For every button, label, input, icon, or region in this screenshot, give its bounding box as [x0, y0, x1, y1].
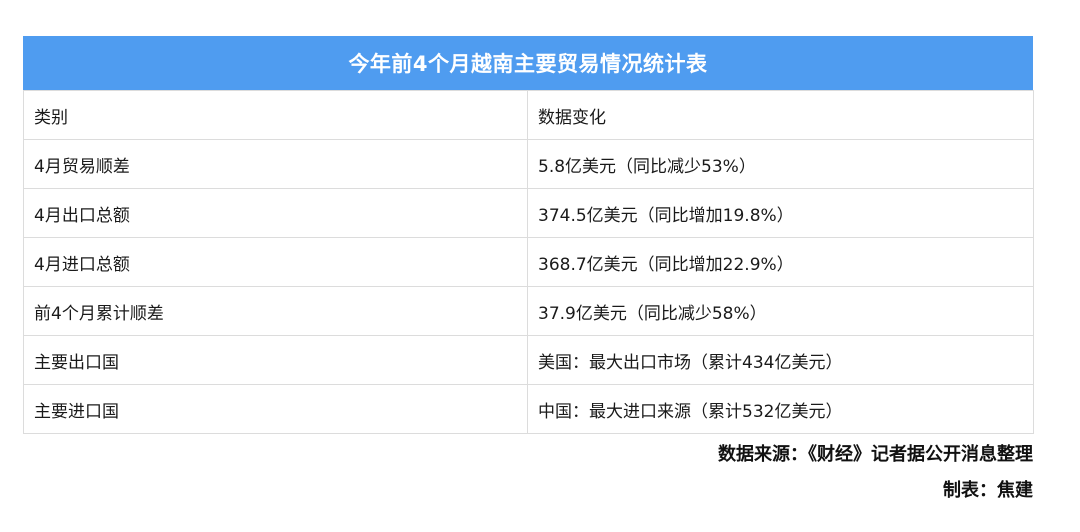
data-table: 类别 数据变化 4月贸易顺差 5.8亿美元（同比减少53%） 4月出口总额 37…	[23, 90, 1034, 434]
table-row: 主要出口国 美国：最大出口市场（累计434亿美元）	[23, 335, 1034, 385]
table-header-row: 类别 数据变化	[23, 90, 1034, 140]
table-title: 今年前4个月越南主要贸易情况统计表	[23, 36, 1033, 90]
table-row: 4月贸易顺差 5.8亿美元（同比减少53%）	[23, 139, 1034, 189]
row-category: 4月出口总额	[23, 188, 528, 238]
row-category: 4月进口总额	[23, 237, 528, 287]
table-row: 4月出口总额 374.5亿美元（同比增加19.8%）	[23, 188, 1034, 238]
header-category: 类别	[23, 90, 528, 140]
row-category: 前4个月累计顺差	[23, 286, 528, 336]
row-category: 4月贸易顺差	[23, 139, 528, 189]
row-value: 374.5亿美元（同比增加19.8%）	[527, 188, 1034, 238]
row-value: 368.7亿美元（同比增加22.9%）	[527, 237, 1034, 287]
table-row: 4月进口总额 368.7亿美元（同比增加22.9%）	[23, 237, 1034, 287]
row-category: 主要进口国	[23, 384, 528, 434]
header-data-change: 数据变化	[527, 90, 1034, 140]
stats-table: 今年前4个月越南主要贸易情况统计表 类别 数据变化 4月贸易顺差 5.8亿美元（…	[23, 36, 1034, 434]
row-value: 美国：最大出口市场（累计434亿美元）	[527, 335, 1034, 385]
row-value: 5.8亿美元（同比减少53%）	[527, 139, 1034, 189]
row-value: 中国：最大进口来源（累计532亿美元）	[527, 384, 1034, 434]
author-note: 制表：焦建	[943, 480, 1033, 501]
row-category: 主要出口国	[23, 335, 528, 385]
source-note: 数据来源：《财经》记者据公开消息整理	[718, 444, 1033, 465]
table-row: 前4个月累计顺差 37.9亿美元（同比减少58%）	[23, 286, 1034, 336]
row-value: 37.9亿美元（同比减少58%）	[527, 286, 1034, 336]
table-row: 主要进口国 中国：最大进口来源（累计532亿美元）	[23, 384, 1034, 434]
